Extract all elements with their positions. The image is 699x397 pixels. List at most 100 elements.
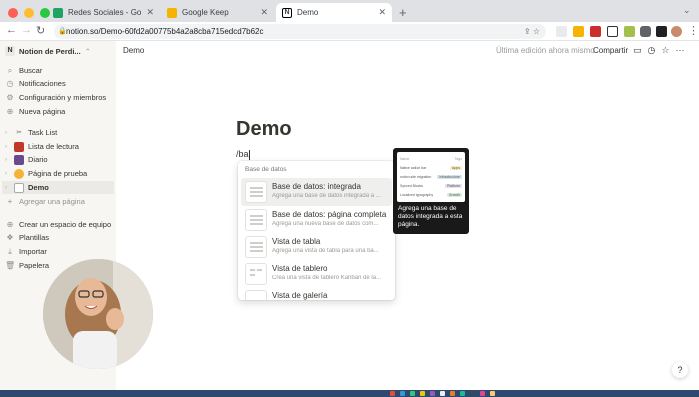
notebook-icon: [14, 154, 24, 165]
help-button[interactable]: ?: [672, 362, 688, 378]
sidebar-page-demo[interactable]: › Demo: [2, 181, 114, 194]
sidebar-page-test[interactable]: › Página de prueba: [5, 167, 87, 180]
dock-app-icon[interactable]: [450, 391, 455, 396]
plus-circle-icon: ⊕: [6, 220, 14, 229]
dock-app-icon[interactable]: [420, 391, 425, 396]
preview-image: Name Tags Native action bar Apps notion.…: [397, 152, 465, 202]
database-preview-tooltip: Name Tags Native action bar Apps notion.…: [393, 148, 469, 234]
clock-icon: ◷: [6, 79, 14, 88]
close-tab-icon[interactable]: ✕: [260, 7, 268, 18]
extension-icon[interactable]: [607, 26, 618, 37]
sidebar-add-page[interactable]: + Agregar una página: [5, 195, 85, 208]
window-controls: [8, 8, 50, 18]
minimize-window-button[interactable]: [24, 8, 34, 18]
gear-icon: ⚙: [6, 93, 14, 102]
avatar[interactable]: [671, 26, 682, 37]
url-actions: ⇪ ☆: [523, 27, 540, 36]
dock-app-icon[interactable]: [410, 391, 415, 396]
presenter-video: [43, 259, 153, 369]
page-title[interactable]: Demo: [236, 118, 292, 141]
close-tab-icon[interactable]: ✕: [146, 7, 154, 18]
back-button[interactable]: ←: [6, 24, 17, 36]
dock-app-icon[interactable]: [430, 391, 435, 396]
extension-icon[interactable]: [573, 26, 584, 37]
star-icon[interactable]: ☆: [661, 45, 669, 56]
history-icon[interactable]: ◷: [648, 45, 656, 56]
url-field[interactable]: 🔒 notion.so/Demo-60fd2a00775b4a2a8cba715…: [54, 24, 546, 39]
dock-app-icon[interactable]: [490, 391, 495, 396]
slash-command-text[interactable]: /ba: [236, 149, 250, 160]
chevron-right-icon[interactable]: ›: [5, 185, 10, 191]
chevron-updown-icon: ⌃: [84, 46, 91, 56]
sidebar-page-task-list[interactable]: › ✂ Task List: [5, 126, 57, 139]
workspace-switcher[interactable]: N Notion de Perdi... ⌃: [5, 46, 91, 56]
preview-row: Native action bar Apps: [400, 165, 462, 170]
comment-icon[interactable]: ▭: [633, 45, 642, 56]
sidebar-item-import[interactable]: ⤓ Importar: [5, 245, 47, 258]
google-drive-icon: [53, 7, 63, 18]
new-tab-button[interactable]: +: [399, 5, 407, 20]
dock-app-icon[interactable]: [390, 391, 395, 396]
chevron-right-icon[interactable]: ›: [5, 171, 10, 177]
sidebar-item-notifications[interactable]: ◷ Notificaciones: [5, 77, 66, 90]
extension-icon[interactable]: [590, 26, 601, 37]
tab-google-keep[interactable]: Google Keep ✕: [161, 3, 274, 22]
sidebar-page-diary[interactable]: › Diario: [5, 153, 48, 166]
full-page-database-thumbnail: [245, 209, 267, 231]
dock-app-icon[interactable]: [440, 391, 445, 396]
menu-item-table-view[interactable]: Vista de tabla Agrega una vista de tabla…: [241, 233, 392, 261]
tab-demo[interactable]: N Demo ✕: [276, 3, 392, 22]
dock-app-icon[interactable]: [400, 391, 405, 396]
search-icon: ⌕: [7, 65, 13, 75]
google-keep-icon: [167, 7, 177, 18]
book-icon: [14, 141, 24, 152]
breadcrumb[interactable]: Demo: [123, 46, 144, 55]
preview-description: Agrega una base de datos integrada a est…: [398, 205, 463, 228]
page-icon: [14, 182, 24, 193]
lock-icon: 🔒: [58, 28, 67, 35]
tab-google-drive[interactable]: Redes Sociales - Google Drive ✕: [47, 3, 160, 22]
sidebar-item-search[interactable]: ⌕ Buscar: [5, 64, 43, 77]
topbar-icons: ▭ ◷ ☆ ···: [633, 45, 684, 56]
menu-item-full-page-database[interactable]: Base de datos: página completa Agrega un…: [241, 206, 392, 234]
sidebar-item-new-page[interactable]: ⊕ Nueva página: [5, 105, 66, 118]
sidebar-page-reading-list[interactable]: › Lista de lectura: [5, 140, 79, 153]
close-tab-icon[interactable]: ✕: [378, 7, 386, 18]
forward-button[interactable]: →: [21, 24, 32, 36]
chevron-right-icon[interactable]: ›: [5, 157, 10, 163]
workspace-name: Notion de Perdi...: [19, 46, 81, 56]
reload-button[interactable]: ↻: [36, 24, 45, 37]
extension-icon[interactable]: [556, 26, 567, 37]
share-button[interactable]: Compartir: [593, 46, 628, 55]
url-text: notion.so/Demo-60fd2a00775b4a2a8cba715ed…: [66, 27, 264, 36]
smiley-icon: [14, 168, 24, 179]
sidebar-item-templates[interactable]: ❖ Plantillas: [5, 231, 49, 244]
browser-tab-bar: Redes Sociales - Google Drive ✕ Google K…: [0, 0, 699, 22]
extension-icon[interactable]: [624, 26, 635, 37]
last-edited-status: Última edición ahora mismo: [496, 46, 595, 55]
page-topbar: Demo Última edición ahora mismo Comparti…: [116, 41, 699, 63]
workspace-icon: N: [5, 46, 15, 56]
menu-item-gallery-view[interactable]: Vista de galería: [241, 287, 392, 300]
more-icon[interactable]: ···: [675, 45, 684, 56]
close-window-button[interactable]: [8, 8, 18, 18]
chevron-right-icon[interactable]: ›: [5, 130, 10, 136]
dock-app-icon[interactable]: [480, 391, 485, 396]
chevron-down-icon[interactable]: ⌄: [683, 5, 691, 16]
extension-icon[interactable]: [656, 26, 667, 37]
menu-item-board-view[interactable]: Vista de tablero Crea una vista de table…: [241, 260, 392, 288]
sidebar-item-create-teamspace[interactable]: ⊕ Crear un espacio de equipo: [5, 218, 112, 231]
sidebar-item-trash[interactable]: 🗑 Papelera: [5, 259, 49, 272]
puzzle-icon[interactable]: [640, 26, 651, 37]
more-icon[interactable]: ⋮: [688, 24, 699, 37]
preview-row: Localized typography Growth: [400, 192, 462, 197]
menu-item-inline-database[interactable]: Base de datos: integrada Agrega una base…: [241, 178, 392, 206]
dock-app-icon[interactable]: [460, 391, 465, 396]
preview-row: Synced Blocks Platform: [400, 183, 462, 188]
preview-row: notion.site migration Infrastructure: [400, 174, 462, 179]
text-cursor: [248, 149, 250, 160]
chevron-right-icon[interactable]: ›: [5, 144, 10, 150]
sidebar-item-settings[interactable]: ⚙ Configuración y miembros: [5, 91, 106, 104]
dock-app-icon[interactable]: [470, 391, 475, 396]
download-icon: ⤓: [8, 246, 12, 256]
